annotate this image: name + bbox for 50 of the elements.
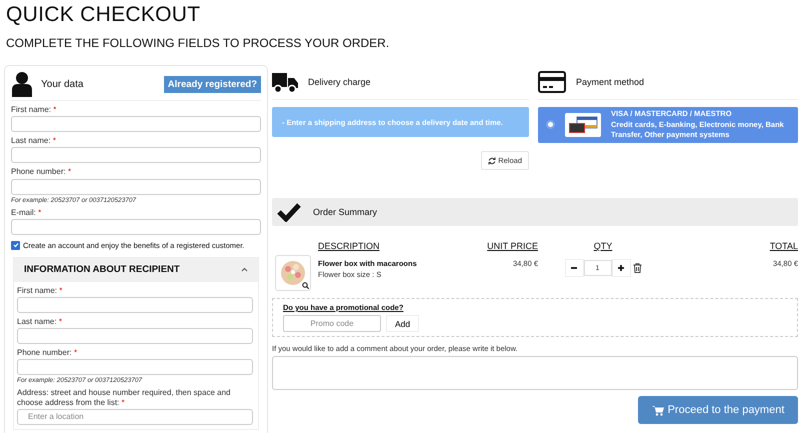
macaron-box-drawing: [280, 260, 306, 286]
cart-icon: [652, 404, 664, 416]
input-field[interactable]: [17, 296, 253, 313]
field-label: Phone number: *: [17, 348, 78, 358]
checkbox[interactable]: [11, 240, 20, 250]
section-title: Order Summary: [313, 207, 378, 217]
credit-card-icon: [538, 70, 566, 94]
field-label: Phone number: *: [11, 167, 72, 177]
recipient-header[interactable]: INFORMATION ABOUT RECIPIENT: [14, 258, 258, 282]
input-field[interactable]: [17, 359, 253, 376]
field-label: First name: *: [11, 105, 58, 114]
column-header: TOTAL: [768, 241, 798, 251]
zoom-icon: [302, 282, 309, 289]
add-button[interactable]: Add: [386, 315, 420, 332]
radio-button[interactable]: [546, 120, 555, 130]
product-thumbnail[interactable]: [275, 255, 311, 291]
input-field[interactable]: [17, 328, 253, 344]
field-label: Last name: *: [17, 316, 63, 326]
page-title: QUICK CHECKOUT: [6, 3, 202, 27]
login-button[interactable]: Already registered?: [164, 76, 261, 92]
column-header: QTY: [592, 241, 614, 251]
comment-field[interactable]: [272, 356, 798, 390]
field-label: E-mail: *: [11, 208, 42, 217]
refresh-icon: [488, 156, 496, 164]
column-header: UNIT PRICE: [486, 241, 538, 251]
input-field[interactable]: Enter a location: [17, 408, 253, 425]
decrease-button[interactable]: [564, 259, 584, 277]
section-title: Your data: [41, 78, 84, 90]
plus-icon: [617, 264, 625, 272]
section-title: Payment method: [576, 77, 644, 87]
input-field[interactable]: [11, 178, 261, 195]
payment-cards-icon: [565, 112, 601, 137]
page-subtitle: COMPLETE THE FOLLOWING FIELDS TO PROCESS YOUR ORDER.: [6, 36, 390, 50]
proceed-button[interactable]: Proceed to the payment: [638, 396, 798, 424]
minus-icon: [570, 264, 578, 272]
column-header: DESCRIPTION: [318, 241, 381, 251]
input-field[interactable]: [11, 147, 261, 164]
section-title: Delivery charge: [308, 77, 371, 87]
field-label: First name: *: [17, 286, 64, 295]
promo-code-field[interactable]: Promo code: [283, 315, 381, 332]
input-field[interactable]: [11, 218, 261, 235]
trash-icon[interactable]: [632, 263, 642, 273]
truck-icon: [272, 70, 298, 94]
increase-button[interactable]: [612, 259, 630, 277]
field-label: Last name: *: [11, 136, 57, 146]
checkmark-icon: [277, 202, 301, 222]
section-title: INFORMATION ABOUT RECIPIENT: [24, 264, 180, 276]
input-field[interactable]: [11, 116, 261, 132]
person-icon: [11, 71, 33, 97]
field-label: Address: street and house number required, then space and choose address from the list: *: [17, 388, 232, 407]
